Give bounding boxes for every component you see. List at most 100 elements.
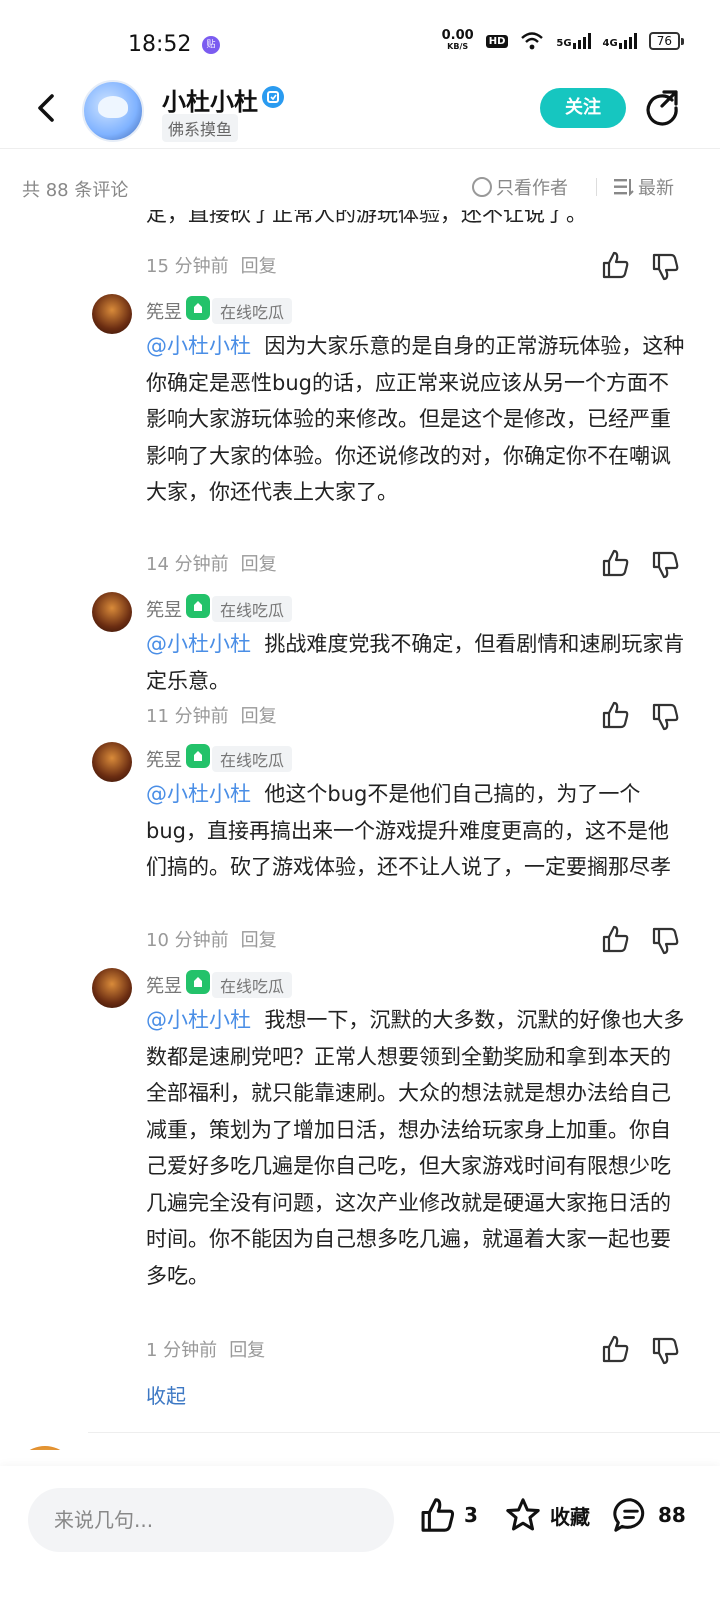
verified-badge-icon xyxy=(262,86,284,108)
header-divider xyxy=(0,148,720,149)
reply-button[interactable]: 回复 xyxy=(241,252,277,278)
user-title-tag: 在线吃瓜 xyxy=(212,972,293,998)
collect-label: 收藏 xyxy=(550,1504,590,1529)
user-name[interactable]: 筅昱 xyxy=(146,746,182,772)
signal-4g-icon: 4G xyxy=(603,33,637,49)
reply-item: 筅昱 在线吃瓜 @小杜小杜 我想一下，沉默的大多数，沉默的好像也大多数都是速刷党… xyxy=(88,968,688,1368)
comments-button[interactable]: 88 xyxy=(612,1496,686,1534)
user-avatar[interactable] xyxy=(92,968,132,1008)
user-name[interactable]: 筅昱 xyxy=(146,298,182,324)
reply-text: 我想一下，沉默的大多数，沉默的好像也大多数都是速刷党吧？正常人想要领到全勤奖励和… xyxy=(146,1008,685,1288)
user-title-tag: 在线吃瓜 xyxy=(212,746,293,772)
reply-item: 筅昱 在线吃瓜 @小杜小杜 他这个bug不是他们自己搞的，为了一个bug，直接再… xyxy=(88,742,688,962)
reply-button[interactable]: 回复 xyxy=(241,702,277,728)
reply-meta: 1 分钟前 回复 xyxy=(146,1336,265,1362)
dislike-icon[interactable] xyxy=(650,252,680,282)
reply-item: 筅昱 在线吃瓜 @小杜小杜 因为大家乐意的是自身的正常游玩体验，这种你确定是恶性… xyxy=(88,294,688,584)
dislike-icon[interactable] xyxy=(650,550,680,580)
user-title-tag: 在线吃瓜 xyxy=(212,298,293,324)
wifi-icon xyxy=(521,32,544,50)
comment-input[interactable]: 来说几句... xyxy=(28,1488,394,1552)
battery-icon: 76 xyxy=(648,32,685,50)
only-author-label: 只看作者 xyxy=(496,178,568,199)
reply-time: 10 分钟前 xyxy=(146,930,229,951)
status-time: 18:52 xyxy=(128,32,192,57)
level-badge-icon xyxy=(186,744,210,768)
post-header: 小杜小杜 佛系摸鱼 关注 xyxy=(0,70,720,150)
radio-unchecked-icon xyxy=(472,177,492,197)
like-icon[interactable] xyxy=(600,924,630,954)
signal-5g-icon: 5G xyxy=(556,33,591,49)
comment-filter-bar: 共 88 条评论 只看作者 最新 xyxy=(0,170,720,206)
comment-count-bottom: 88 xyxy=(658,1503,686,1527)
level-badge-icon xyxy=(186,594,210,618)
back-arrow-icon[interactable] xyxy=(28,90,64,126)
comment-list: 定，直接砍了正常人的游玩体验，还不让说了。 15 分钟前 回复 筅昱 在线吃瓜 … xyxy=(0,210,720,1450)
partial-comment-meta: 15 分钟前 回复 xyxy=(146,252,277,278)
reply-content: @小杜小杜 我想一下，沉默的大多数，沉默的好像也大多数都是速刷党吧？正常人想要领… xyxy=(146,1002,686,1294)
mention-link[interactable]: @小杜小杜 xyxy=(146,1008,251,1032)
reply-time: 1 分钟前 xyxy=(146,1340,218,1361)
like-icon[interactable] xyxy=(600,250,630,280)
reply-item: 筅昱 在线吃瓜 @小杜小杜 挑战难度党我不确定，但看剧情和速刷玩家肯定乐意。 1… xyxy=(88,592,688,732)
author-avatar[interactable] xyxy=(82,80,144,142)
mention-link[interactable]: @小杜小杜 xyxy=(146,782,251,806)
hd-icon: HD xyxy=(485,34,509,48)
sort-button[interactable]: 最新 xyxy=(614,174,674,200)
network-speed-value: 0.00 xyxy=(441,28,474,43)
notification-app-icon: 贴 xyxy=(202,36,220,54)
user-avatar[interactable] xyxy=(92,592,132,632)
share-icon[interactable] xyxy=(642,88,682,128)
dislike-icon[interactable] xyxy=(650,926,680,956)
level-badge-icon xyxy=(186,970,210,994)
network-speed-unit: KB/S xyxy=(447,42,469,51)
like-icon[interactable] xyxy=(600,700,630,730)
user-name[interactable]: 筅昱 xyxy=(146,972,182,998)
reply-button[interactable]: 回复 xyxy=(229,1336,265,1362)
like-icon[interactable] xyxy=(600,548,630,578)
collapse-replies-link[interactable]: 收起 xyxy=(146,1380,186,1409)
like-button[interactable]: 3 xyxy=(418,1496,478,1534)
like-count: 3 xyxy=(464,1503,478,1527)
sort-label: 最新 xyxy=(638,178,674,199)
status-indicators: 0.00 KB/S HD 5G 4G 76 xyxy=(441,28,685,52)
comment-bubble-icon xyxy=(613,1498,645,1532)
comment-time: 15 分钟前 xyxy=(146,256,229,277)
mention-link[interactable]: @小杜小杜 xyxy=(146,334,251,358)
dislike-icon[interactable] xyxy=(650,1336,680,1366)
reply-text: 因为大家乐意的是自身的正常游玩体验，这种你确定是恶性bug的话，应正常来说应该从… xyxy=(146,334,685,504)
bottom-action-bar: 来说几句... 3 收藏 88 xyxy=(0,1466,720,1600)
collect-button[interactable]: 收藏 xyxy=(504,1496,590,1534)
comment-divider xyxy=(88,1432,720,1433)
reply-button[interactable]: 回复 xyxy=(241,926,277,952)
user-avatar[interactable] xyxy=(14,1446,76,1450)
user-avatar[interactable] xyxy=(92,742,132,782)
reply-meta: 10 分钟前 回复 xyxy=(146,926,277,952)
dislike-icon[interactable] xyxy=(650,702,680,732)
reply-button[interactable]: 回复 xyxy=(241,550,277,576)
reply-time: 11 分钟前 xyxy=(146,706,229,727)
follow-button[interactable]: 关注 xyxy=(540,88,626,128)
comment-count: 共 88 条评论 xyxy=(22,180,129,201)
reply-content: @小杜小杜 挑战难度党我不确定，但看剧情和速刷玩家肯定乐意。 xyxy=(146,626,686,699)
reply-content: @小杜小杜 他这个bug不是他们自己搞的，为了一个bug，直接再搞出来一个游戏提… xyxy=(146,776,686,886)
level-badge-icon xyxy=(186,296,210,320)
only-author-toggle[interactable]: 只看作者 xyxy=(472,174,568,200)
like-icon xyxy=(421,1498,455,1532)
reply-time: 14 分钟前 xyxy=(146,554,229,575)
user-avatar[interactable] xyxy=(92,294,132,334)
user-title-tag: 在线吃瓜 xyxy=(212,596,293,622)
user-name[interactable]: 筅昱 xyxy=(146,596,182,622)
reply-meta: 14 分钟前 回复 xyxy=(146,550,277,576)
mention-link[interactable]: @小杜小杜 xyxy=(146,632,251,656)
signal-4g-label: 4G xyxy=(602,38,618,49)
sort-icon xyxy=(614,179,634,196)
signal-5g-label: 5G xyxy=(556,38,572,49)
reply-meta: 11 分钟前 回复 xyxy=(146,702,277,728)
like-icon[interactable] xyxy=(600,1334,630,1364)
reply-content: @小杜小杜 因为大家乐意的是自身的正常游玩体验，这种你确定是恶性bug的话，应正… xyxy=(146,328,686,511)
partial-comment-text: 定，直接砍了正常人的游玩体验，还不让说了。 xyxy=(146,210,587,226)
network-speed: 0.00 KB/S xyxy=(441,28,474,52)
filter-separator xyxy=(596,178,597,196)
author-name[interactable]: 小杜小杜 xyxy=(162,82,258,117)
